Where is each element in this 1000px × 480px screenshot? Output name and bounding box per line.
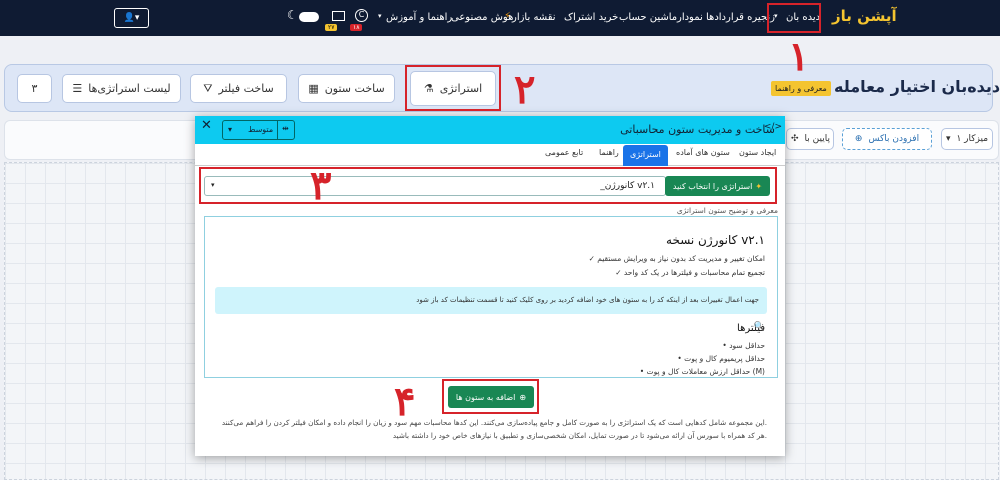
modal-title: ساخت و مدیریت ستون محاسباتی [620, 123, 775, 136]
mail-icon[interactable] [332, 11, 345, 21]
count-button[interactable]: ۳ [17, 74, 52, 103]
build-filter-button[interactable]: ⛛ ساخت فیلتر [190, 74, 287, 103]
tab-create-column[interactable]: ایجاد ستون [739, 148, 776, 157]
annotation-number-1: ۱ [788, 33, 810, 80]
annotation-number-2: ۲ [514, 66, 536, 113]
top-navbar: آپشن باز دیده بان ▾ زنجیره قراردادها نمو… [0, 0, 1000, 36]
theme-toggle[interactable] [299, 12, 319, 22]
filter-item: • حداقل پریمیوم کال و پوت [677, 354, 765, 363]
nav-item-help[interactable]: راهنما و آموزش [386, 12, 452, 23]
page-title: دیده‌بان اختیار معامله [834, 77, 1000, 96]
build-column-button[interactable]: ▦ ساخت ستون [298, 74, 395, 103]
chevron-down-icon: ▾ [945, 134, 951, 144]
section-label: معرفی و توضیح ستون استراتژی [676, 206, 778, 215]
strategy-list-button[interactable]: ☰ لیست استراتژی‌ها [62, 74, 181, 103]
info-note: جهت اعمال تغییرات بعد از اینکه کد را به … [215, 287, 767, 314]
tab-strategy[interactable]: استراتژی [623, 145, 668, 166]
move-bottom-button[interactable]: ✣ پایین با [786, 128, 834, 150]
nav-item-market-map[interactable]: نقشه بازار [512, 12, 556, 23]
modal-tabs: ایجاد ستون ستون های آماده استراتژی راهنم… [195, 144, 785, 166]
filter-item: • حداقل سود [722, 341, 765, 350]
nav-item-calculator[interactable]: ماشین حساب [619, 12, 677, 23]
nav-item-chain[interactable]: زنجیره قراردادها [706, 12, 775, 23]
chevron-down-icon: ▾ [378, 12, 382, 20]
desc-line: ✓ تجمیع تمام محاسبات و فیلترها در یک کد … [615, 268, 765, 277]
annotation-box-1 [767, 3, 821, 33]
desc-heading: کانورژن نسخه v۲.۱ [666, 233, 765, 247]
workspace-select[interactable]: ▾ میزکار ۱ [941, 128, 993, 150]
search-icon: 🔍 [753, 322, 765, 332]
plus-circle-icon: ⊕ [854, 134, 863, 144]
tab-ready-columns[interactable]: ستون های آماده [676, 148, 730, 157]
move-icon: ✣ [791, 134, 799, 144]
filter-icon: ⛛ [203, 81, 213, 95]
modal-header: ساخت و مدیریت ستون محاسباتی </> ✕ ▾ متوس… [195, 116, 785, 144]
annotation-number-4: ۴ [394, 378, 416, 425]
notification-badge: ۱۸ [350, 24, 363, 31]
chevron-down-icon: ▾ [228, 125, 233, 134]
annotation-number-3: ۳ [310, 162, 332, 209]
filter-item: • حداقل ارزش معاملات کال و پوت (M) [639, 367, 765, 376]
desc-line: ✓ امکان تغییر و مدیریت کد بدون نیاز به و… [588, 254, 765, 263]
resize-icon: ⇹ [282, 124, 289, 133]
strategy-description: کانورژن نسخه v۲.۱ ✓ امکان تغییر و مدیریت… [204, 216, 778, 378]
mail-badge: ۲۷ [325, 24, 338, 31]
nav-item-chart[interactable]: نمودار [677, 12, 703, 23]
nav-item-ai[interactable]: هوش مصنوعی [451, 12, 513, 23]
code-icon: </> [763, 122, 782, 132]
user-menu-button[interactable]: 👤▾ [114, 8, 149, 28]
close-icon[interactable]: ✕ [201, 118, 212, 133]
tab-help[interactable]: راهنما [599, 148, 619, 157]
footer-text: این مجموعه شامل کدهایی است که یک استراتژ… [221, 418, 767, 427]
footer-text: هر کد همراه با سورس آن ارائه می‌شود تا د… [392, 431, 767, 440]
list-icon: ☰ [72, 82, 83, 95]
table-icon: ▦ [308, 82, 319, 95]
intro-badge[interactable]: معرفی و راهنما [771, 81, 831, 96]
add-box-button[interactable]: ⊕ افزودن باکس [842, 128, 932, 150]
annotation-box-4 [442, 379, 539, 414]
annotation-box-2 [405, 65, 501, 111]
size-select[interactable]: ▾ متوسط ⇹ [222, 120, 295, 140]
nav-item-subscription[interactable]: خرید اشتراک [564, 12, 618, 23]
annotation-box-3 [199, 167, 777, 204]
brand-logo[interactable]: آپشن باز [832, 7, 897, 25]
moon-icon: ☾ [287, 8, 298, 22]
tab-general-function[interactable]: تابع عمومی [545, 148, 583, 157]
copyright-icon[interactable]: C [355, 9, 368, 22]
